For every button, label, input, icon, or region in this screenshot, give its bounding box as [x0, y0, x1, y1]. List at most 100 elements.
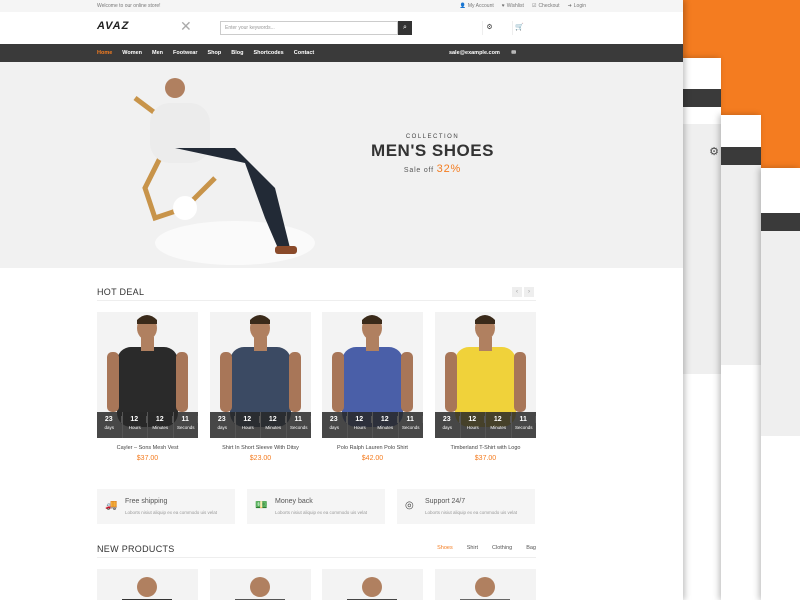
- countdown-label: days: [329, 425, 339, 430]
- main-page: Welcome to our online store! 👤 My Account…: [0, 0, 683, 600]
- countdown-timer: 23 days 12 Hours 12 Minutes 11 Seconds: [210, 412, 311, 438]
- product-name[interactable]: Cayler – Sons Mesh Vest: [97, 445, 198, 451]
- product-name[interactable]: Shirt In Short Sleeve With Ditsy: [210, 445, 311, 451]
- nav-item-shortcodes[interactable]: Shortcodes: [253, 50, 283, 56]
- countdown-cell: 12 Hours: [461, 412, 486, 438]
- hero-banner[interactable]: COLLECTION MEN'S SHOES Sale off 32%: [0, 62, 683, 268]
- checkout-link[interactable]: ☑ Checkout: [532, 3, 560, 9]
- countdown-value: 11: [174, 416, 198, 423]
- wishlist-link[interactable]: ♥ Wishlist: [502, 3, 524, 9]
- carousel-arrows: ‹ ›: [512, 287, 534, 297]
- chevron-right-icon[interactable]: ›: [524, 287, 534, 297]
- product-card[interactable]: [435, 569, 536, 600]
- product-image[interactable]: 23 days 12 Hours 12 Minutes 11 Seconds: [210, 312, 311, 438]
- countdown-label: Seconds: [176, 425, 195, 430]
- countdown-label: Minutes: [377, 425, 394, 430]
- feature-box: 💵 Money back Loborts nisiut aliquip ex e…: [247, 489, 385, 524]
- product-image[interactable]: 23 days 12 Hours 12 Minutes 11 Seconds: [435, 312, 536, 438]
- login-link[interactable]: ➜ Login: [568, 3, 586, 9]
- countdown-label: Seconds: [289, 425, 308, 430]
- cart-icon[interactable]: 🛒: [512, 21, 526, 35]
- search-input[interactable]: Enter your keywords...: [220, 21, 398, 35]
- product-name[interactable]: Timberland T-Shirt with Logo: [435, 445, 536, 451]
- heart-icon: ♥: [501, 3, 505, 9]
- nav-email[interactable]: sale@example.com ✉: [449, 50, 526, 56]
- feature-box: ◎ Support 24/7 Loborts nisiut aliquip ex…: [397, 489, 535, 524]
- countdown-cell: 11 Seconds: [512, 412, 536, 438]
- product-card[interactable]: 23 days 12 Hours 12 Minutes 11 Seconds Polo Ral…: [322, 312, 423, 462]
- checkout-label: Checkout: [538, 3, 560, 9]
- my-account-link[interactable]: 👤 My Account: [460, 3, 494, 9]
- product-card[interactable]: [322, 569, 423, 600]
- feature-title: Support 24/7: [425, 498, 466, 505]
- product-image: [235, 577, 285, 600]
- close-icon[interactable]: ✕: [180, 18, 192, 35]
- hero-model-image: [133, 78, 315, 265]
- countdown-value: 12: [261, 416, 286, 423]
- countdown-cell: 12 Hours: [348, 412, 373, 438]
- login-label: Login: [573, 3, 586, 9]
- top-bar: Welcome to our online store! 👤 My Account…: [0, 0, 683, 12]
- countdown-label: days: [217, 425, 227, 430]
- product-price: $37.00: [136, 455, 159, 462]
- product-card[interactable]: 23 days 12 Hours 12 Minutes 11 Seconds Timberla…: [435, 312, 536, 462]
- hot-deal-title: HOT DEAL: [97, 287, 145, 297]
- product-card[interactable]: [97, 569, 198, 600]
- product-price: $37.00: [474, 455, 497, 462]
- mail-icon: ✉: [511, 50, 516, 56]
- nav-item-footwear[interactable]: Footwear: [173, 50, 197, 56]
- tab-shoes[interactable]: Shoes: [437, 545, 453, 551]
- tab-shirt[interactable]: Shirt: [467, 545, 478, 551]
- product-card[interactable]: [210, 569, 311, 600]
- product-image[interactable]: 23 days 12 Hours 12 Minutes 11 Seconds: [97, 312, 198, 438]
- product-image[interactable]: 23 days 12 Hours 12 Minutes 11 Seconds: [322, 312, 423, 438]
- nav-item-women[interactable]: Women: [122, 50, 142, 56]
- countdown-value: 23: [322, 416, 347, 423]
- nav-item-men[interactable]: Men: [152, 50, 163, 56]
- countdown-cell: 23 days: [210, 412, 236, 438]
- countdown-label: days: [442, 425, 452, 430]
- feature-description: Loborts nisiut aliquip ex ea commodo uis…: [125, 510, 218, 515]
- product-name[interactable]: Polo Ralph Lauren Polo Shirt: [322, 445, 423, 451]
- countdown-cell: 11 Seconds: [174, 412, 198, 438]
- product-price: $42.00: [361, 455, 384, 462]
- nav-item-blog[interactable]: Blog: [231, 50, 243, 56]
- chevron-left-icon[interactable]: ‹: [512, 287, 522, 297]
- divider: [97, 557, 536, 558]
- countdown-label: days: [104, 425, 114, 430]
- settings-icon[interactable]: ⚙: [482, 21, 496, 35]
- countdown-cell: 12 Minutes: [148, 412, 174, 438]
- nav-item-home[interactable]: Home: [97, 50, 112, 56]
- product-image: [347, 577, 397, 600]
- hero-collection-label: COLLECTION: [405, 134, 460, 140]
- nav-item-shop[interactable]: Shop: [208, 50, 222, 56]
- countdown-value: 12: [236, 416, 260, 423]
- countdown-cell: 12 Hours: [236, 412, 261, 438]
- countdown-value: 11: [399, 416, 423, 423]
- product-card[interactable]: 23 days 12 Hours 12 Minutes 11 Seconds Cayler –…: [97, 312, 198, 462]
- countdown-cell: 11 Seconds: [287, 412, 311, 438]
- product-card[interactable]: 23 days 12 Hours 12 Minutes 11 Seconds Shirt In…: [210, 312, 311, 462]
- logo[interactable]: AVAZ: [97, 20, 129, 32]
- search-icon[interactable]: ⌕: [398, 21, 412, 35]
- gear-icon[interactable]: ⚙: [707, 145, 721, 159]
- my-account-label: My Account: [467, 3, 494, 9]
- feature-description: Loborts nisiut aliquip ex ea commodo uis…: [275, 510, 368, 515]
- tab-clothing[interactable]: Clothing: [492, 545, 512, 551]
- hero-title: MEN'S SHOES: [371, 141, 494, 160]
- product-price: $23.00: [249, 455, 272, 462]
- countdown-label: Hours: [466, 425, 479, 430]
- hero-sale-line: Sale off 32%: [360, 163, 505, 175]
- user-icon: 👤: [459, 3, 466, 9]
- nav-item-contact[interactable]: Contact: [294, 50, 314, 56]
- countdown-label: Minutes: [490, 425, 507, 430]
- login-icon: ➜: [567, 3, 572, 9]
- nav-email-label: sale@example.com: [448, 50, 500, 56]
- new-products-title: NEW PRODUCTS: [97, 544, 175, 554]
- countdown-cell: 23 days: [435, 412, 461, 438]
- countdown-timer: 23 days 12 Hours 12 Minutes 11 Seconds: [322, 412, 423, 438]
- countdown-label: Hours: [128, 425, 141, 430]
- countdown-value: 12: [148, 416, 173, 423]
- countdown-cell: 12 Minutes: [261, 412, 287, 438]
- tab-bag[interactable]: Bag: [526, 545, 536, 551]
